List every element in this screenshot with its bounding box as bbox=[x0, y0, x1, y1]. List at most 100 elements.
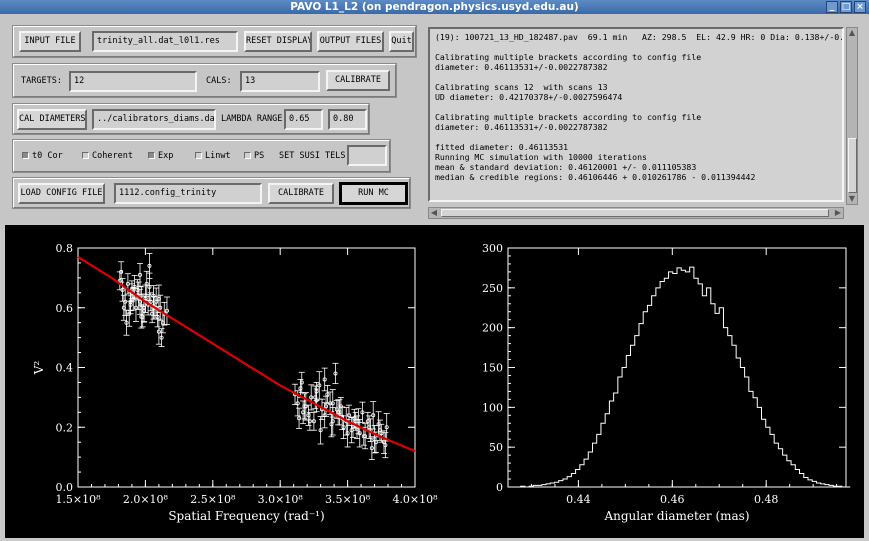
horizontal-scroll-thumb[interactable] bbox=[441, 209, 829, 217]
checkbox-box-icon bbox=[244, 152, 251, 159]
x-tick-label: 4.0×10⁸ bbox=[392, 493, 438, 506]
y-tick-label: 0.2 bbox=[56, 421, 74, 434]
t0-cor-label: t0 Cor bbox=[32, 151, 63, 161]
run-mc-button[interactable]: RUN MC bbox=[339, 182, 408, 205]
quit-button[interactable]: Quit bbox=[389, 31, 414, 52]
y-tick-label: 300 bbox=[482, 242, 503, 255]
log-line: (19): 100721_13_HD_182487.pav 69.1 min A… bbox=[435, 32, 844, 42]
x-tick-label: 2.5×10⁸ bbox=[190, 493, 236, 506]
log-line: diameter: 0.46113531+/-0.0022787382 bbox=[435, 122, 608, 132]
cal-diameters-button[interactable]: CAL DIAMETERS bbox=[17, 109, 87, 130]
x-tick-label: 0.44 bbox=[566, 493, 591, 506]
reset-display-button[interactable]: RESET DISPLAY bbox=[244, 31, 312, 52]
y-axis-label: V² bbox=[32, 361, 46, 376]
scroll-right-icon[interactable]: ▶ bbox=[833, 208, 843, 218]
minimize-button[interactable]: _ bbox=[826, 1, 838, 13]
checkbox-box-icon bbox=[82, 152, 89, 159]
x-axis-label: Angular diameter (mas) bbox=[603, 509, 749, 523]
log-line: diameter: 0.46113531+/-0.0022787382 bbox=[435, 62, 608, 72]
targets-label: TARGETS: bbox=[21, 76, 62, 86]
y-tick-label: 100 bbox=[482, 401, 503, 414]
y-tick-label: 0 bbox=[496, 481, 503, 494]
x-tick-label: 1.5×10⁸ bbox=[55, 493, 101, 506]
options-group: t0 Cor Coherent Exp Linwt PS SET SUSI TE… bbox=[12, 139, 391, 173]
lambda-min-field[interactable]: 0.65 bbox=[284, 109, 323, 130]
close-button[interactable]: × bbox=[854, 1, 866, 13]
x-tick-label: 0.46 bbox=[660, 493, 685, 506]
targets-group: TARGETS: 12 CALS: 13 CALIBRATE bbox=[12, 63, 397, 98]
checkbox-box-icon bbox=[148, 152, 155, 159]
log-vertical-scrollbar[interactable]: ▲ ▼ bbox=[846, 27, 858, 205]
calibrate-config-button[interactable]: CALIBRATE bbox=[268, 183, 334, 204]
cals-label: CALS: bbox=[206, 76, 232, 86]
checkbox-box-icon bbox=[22, 152, 29, 159]
ps-checkbox[interactable]: PS bbox=[244, 146, 264, 167]
coherent-label: Coherent bbox=[92, 151, 133, 161]
lambda-range-label: LAMBDA RANGE bbox=[221, 114, 283, 124]
linwt-label: Linwt bbox=[205, 151, 231, 161]
scroll-up-icon[interactable]: ▲ bbox=[847, 28, 857, 38]
window-title: PAVO L1_L2 (on pendragon.physics.usyd.ed… bbox=[290, 1, 579, 13]
control-panel: INPUT FILE trinity_all.dat_l0l1.res RESE… bbox=[0, 14, 869, 224]
set-susi-tels-field[interactable] bbox=[347, 145, 387, 166]
y-tick-label: 200 bbox=[482, 322, 503, 335]
output-files-button[interactable]: OUTPUT FILES bbox=[317, 31, 384, 52]
y-tick-label: 0.8 bbox=[56, 242, 74, 255]
log-line: mean & standard deviation: 0.46120001 +/… bbox=[435, 162, 697, 172]
log-line: Calibrating multiple brackets according … bbox=[435, 52, 702, 62]
exp-checkbox[interactable]: Exp bbox=[148, 146, 173, 167]
scroll-left-icon[interactable]: ◀ bbox=[429, 208, 439, 218]
log-line: Calibrating multiple brackets according … bbox=[435, 112, 702, 122]
window-titlebar: PAVO L1_L2 (on pendragon.physics.usyd.ed… bbox=[0, 0, 869, 14]
x-tick-label: 0.48 bbox=[754, 493, 779, 506]
log-line: UD diameter: 0.42170378+/-0.0027596474 bbox=[435, 92, 623, 102]
coherent-checkbox[interactable]: Coherent bbox=[82, 146, 133, 167]
log-horizontal-scrollbar[interactable]: ◀ ▶ bbox=[428, 207, 844, 219]
t0-cor-checkbox[interactable]: t0 Cor bbox=[22, 146, 63, 167]
log-line: median & credible regions: 0.46106446 + … bbox=[435, 172, 756, 182]
log-line: Calibrating scans 12 with scans 13 bbox=[435, 82, 608, 92]
histogram-frame bbox=[507, 247, 847, 488]
ps-label: PS bbox=[254, 151, 265, 161]
lambda-max-field[interactable]: 0.80 bbox=[328, 109, 367, 130]
exp-label: Exp bbox=[158, 151, 174, 161]
maximize-button[interactable]: □ bbox=[840, 1, 852, 13]
fit-curve bbox=[77, 256, 416, 453]
y-tick-label: 0.4 bbox=[56, 362, 74, 375]
x-axis-label: Spatial Frequency (rad⁻¹) bbox=[168, 509, 324, 523]
log-line: fitted diameter: 0.46113531 bbox=[435, 142, 569, 152]
scatter-plot-frame bbox=[77, 247, 416, 488]
cals-field[interactable]: 13 bbox=[240, 71, 320, 92]
load-config-button[interactable]: LOAD CONFIG FILE bbox=[18, 183, 105, 204]
x-tick-label: 3.5×10⁸ bbox=[325, 493, 371, 506]
file-group: INPUT FILE trinity_all.dat_l0l1.res RESE… bbox=[12, 25, 417, 58]
config-group: LOAD CONFIG FILE 1112.config_trinity CAL… bbox=[12, 177, 411, 209]
x-tick-label: 2.0×10⁸ bbox=[123, 493, 169, 506]
linwt-checkbox[interactable]: Linwt bbox=[195, 146, 231, 167]
plots-canvas: 1.5×10⁸ 2.0×10⁸ 2.5×10⁸ 3.0×10⁸ 3.5×10⁸ 4.0×1… bbox=[32, 242, 851, 523]
histogram-steps bbox=[508, 266, 851, 488]
checkbox-box-icon bbox=[195, 152, 202, 159]
y-tick-label: 150 bbox=[482, 362, 503, 375]
calibration-group: CAL DIAMETERS ../calibrators_diams.dat L… bbox=[12, 103, 370, 135]
input-file-field[interactable]: trinity_all.dat_l0l1.res bbox=[92, 31, 238, 52]
x-tick-label: 3.0×10⁸ bbox=[258, 493, 304, 506]
set-susi-tels-label: SET SUSI TELS bbox=[279, 151, 346, 161]
input-file-button[interactable]: INPUT FILE bbox=[19, 31, 81, 52]
calibrate-button[interactable]: CALIBRATE bbox=[326, 70, 390, 91]
y-tick-label: 0.6 bbox=[56, 302, 74, 315]
scroll-down-icon[interactable]: ▼ bbox=[847, 194, 857, 204]
cal-diameters-field[interactable]: ../calibrators_diams.dat bbox=[92, 109, 216, 130]
log-output[interactable]: (19): 100721_13_HD_182487.pav 69.1 min A… bbox=[428, 27, 844, 202]
config-file-field[interactable]: 1112.config_trinity bbox=[114, 183, 262, 204]
y-tick-label: 250 bbox=[482, 282, 503, 295]
y-tick-label: 0.0 bbox=[56, 481, 74, 494]
log-line: Running MC simulation with 10000 iterati… bbox=[435, 152, 647, 162]
plot-panel: 1.5×10⁸ 2.0×10⁸ 2.5×10⁸ 3.0×10⁸ 3.5×10⁸ 4.0×1… bbox=[5, 225, 864, 538]
targets-field[interactable]: 12 bbox=[69, 71, 197, 92]
vertical-scroll-thumb[interactable] bbox=[848, 138, 857, 193]
